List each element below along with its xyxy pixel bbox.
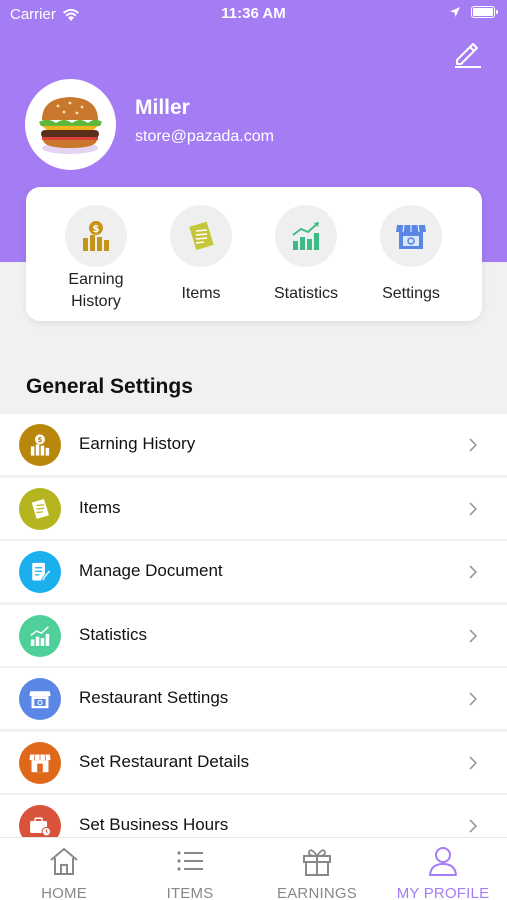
chevron-right-icon xyxy=(469,819,478,833)
list-icon-circle xyxy=(19,488,61,530)
list-icon-circle: $ xyxy=(19,424,61,466)
nav-label: HOME xyxy=(41,885,87,900)
nav-label: ITEMS xyxy=(166,885,214,900)
quick-action-earning-history[interactable]: $ Earning History xyxy=(46,205,146,313)
list-item-items[interactable]: Items xyxy=(0,478,507,539)
pencil-icon xyxy=(455,43,481,68)
list-item-label: Statistics xyxy=(79,625,148,644)
svg-text:$: $ xyxy=(93,224,100,235)
list-item-label: Manage Document xyxy=(79,561,223,580)
section-title: General Settings xyxy=(26,375,193,398)
list-item-label: Restaurant Settings xyxy=(79,688,229,707)
profile-email: store@pazada.com xyxy=(135,128,274,145)
list-item-label: Earning History xyxy=(79,434,196,453)
quick-label: Earning History xyxy=(68,271,124,310)
battery-icon xyxy=(471,6,498,18)
chevron-right-icon xyxy=(469,565,478,579)
list-item-label: Items xyxy=(79,498,121,517)
location-arrow-icon xyxy=(450,7,460,17)
chart-icon xyxy=(30,626,50,646)
gift-icon xyxy=(303,849,331,876)
storefront-icon xyxy=(29,754,51,773)
receipt-icon xyxy=(31,498,49,519)
earnings-icon: $ xyxy=(30,434,50,456)
list-icon xyxy=(177,851,203,871)
avatar[interactable] xyxy=(25,79,116,170)
chart-icon xyxy=(292,222,319,250)
quick-icon-circle: $ xyxy=(65,205,127,267)
quick-action-statistics[interactable]: Statistics xyxy=(256,205,356,305)
nav-label: EARNINGS xyxy=(277,885,357,900)
quick-actions-card: $ Earning History Items Statistics Setti… xyxy=(26,187,482,321)
store-icon xyxy=(396,224,426,249)
list-icon-circle xyxy=(19,678,61,720)
status-bar: Carrier 11:36 AM xyxy=(0,0,507,28)
list-item-label: Set Restaurant Details xyxy=(79,752,250,771)
list-icon-circle xyxy=(19,551,61,593)
svg-text:$: $ xyxy=(38,435,43,444)
quick-icon-circle xyxy=(275,205,337,267)
battery-level xyxy=(473,8,493,16)
list-item-set-restaurant-details[interactable]: Set Restaurant Details xyxy=(0,732,507,793)
nav-earnings[interactable]: EARNINGS xyxy=(254,838,380,900)
chevron-right-icon xyxy=(469,438,478,452)
home-icon xyxy=(50,848,78,875)
chevron-right-icon xyxy=(469,756,478,770)
quick-label: Statistics xyxy=(273,285,338,302)
chevron-right-icon xyxy=(469,629,478,643)
list-item-restaurant-settings[interactable]: Restaurant Settings xyxy=(0,668,507,729)
list-item-statistics[interactable]: Statistics xyxy=(0,605,507,666)
quick-action-items[interactable]: Items xyxy=(151,205,251,305)
bottom-nav: HOME ITEMS EARNINGS MY PROFILE xyxy=(0,837,507,900)
quick-label: Settings xyxy=(382,285,440,302)
document-icon xyxy=(32,562,52,582)
briefcase-clock-icon xyxy=(30,817,52,837)
user-icon xyxy=(429,847,457,876)
burger-image xyxy=(28,82,113,167)
quick-icon-circle xyxy=(170,205,232,267)
status-right xyxy=(449,6,498,18)
chevron-right-icon xyxy=(469,692,478,706)
quick-icon-circle xyxy=(380,205,442,267)
profile-name: Miller xyxy=(135,96,190,119)
list-item-label: Set Business Hours xyxy=(79,815,229,834)
list-icon-circle xyxy=(19,742,61,784)
nav-home[interactable]: HOME xyxy=(1,838,127,900)
store-icon xyxy=(29,691,51,709)
receipt-icon xyxy=(189,221,214,251)
list-icon-circle xyxy=(19,615,61,657)
nav-label: MY PROFILE xyxy=(396,885,490,900)
chevron-right-icon xyxy=(469,502,478,516)
nav-my-profile[interactable]: MY PROFILE xyxy=(380,838,506,900)
status-time: 11:36 AM xyxy=(221,5,286,22)
edit-profile-button[interactable] xyxy=(451,36,485,70)
list-item-manage-document[interactable]: Manage Document xyxy=(0,541,507,602)
earnings-icon: $ xyxy=(83,221,109,251)
list-item-earning-history[interactable]: $ Earning History xyxy=(0,414,507,475)
quick-action-settings[interactable]: Settings xyxy=(361,205,461,305)
nav-items[interactable]: ITEMS xyxy=(127,838,253,900)
quick-label: Items xyxy=(181,285,221,302)
